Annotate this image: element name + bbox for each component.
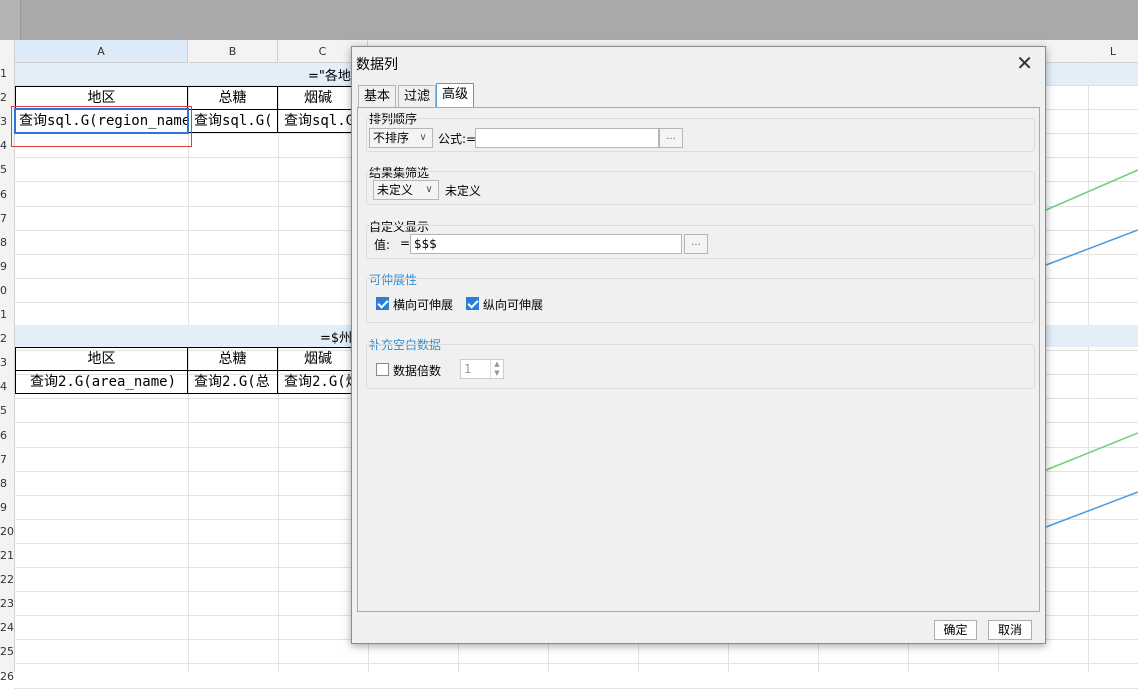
filter-select[interactable]: 未定义 ∨	[373, 180, 439, 200]
advanced-panel: 排列顺序 不排序 ∨ 公式:= ... 结果集筛选 未定义 ∨ 未定义 自定义显…	[357, 107, 1040, 612]
chart-line-green-2	[1045, 432, 1138, 471]
vertical-expand-checkbox[interactable]	[466, 297, 479, 310]
row-number[interactable]: 6	[0, 429, 14, 442]
vertical-expand-label: 纵向可伸展	[483, 298, 544, 312]
row-number[interactable]: 2	[0, 332, 14, 345]
row-number[interactable]: 1	[0, 67, 14, 80]
row-number[interactable]: 7	[0, 453, 14, 466]
custom-eq: =	[400, 236, 411, 250]
chart-line-blue-2	[1045, 491, 1138, 528]
horizontal-expand-checkbox[interactable]	[376, 297, 389, 310]
row12-title-text: =$州	[320, 331, 353, 346]
row-number[interactable]: 2	[0, 91, 14, 104]
row-header: 1 2 3 4 5 6 7 8 9 0 1 2 3 4 5 6 7 8 9 20 21 22 23 24 25 26	[0, 62, 15, 683]
row-number[interactable]: 22	[0, 573, 14, 586]
row-number[interactable]: 0	[0, 284, 14, 297]
row-number[interactable]: 21	[0, 549, 14, 562]
row-number[interactable]: 9	[0, 501, 14, 514]
row-number[interactable]: 5	[0, 404, 14, 417]
row-number[interactable]: 6	[0, 188, 14, 201]
background-chart	[1045, 169, 1138, 528]
data-multiple-checkbox[interactable]	[376, 363, 389, 376]
cancel-button[interactable]: 取消	[988, 620, 1032, 640]
chevron-down-icon: ∨	[425, 184, 433, 195]
row-number[interactable]: 26	[0, 670, 14, 683]
row-number[interactable]: 7	[0, 212, 14, 225]
custom-edit-button[interactable]: ...	[684, 234, 708, 254]
filter-select-value: 未定义	[377, 183, 414, 197]
toolbar-strip	[0, 0, 21, 40]
col-header-a[interactable]: A	[15, 40, 188, 62]
chevron-down-icon: ∨	[419, 132, 427, 143]
row-number[interactable]: 9	[0, 260, 14, 273]
row-number[interactable]: 3	[0, 356, 14, 369]
ok-button[interactable]: 确定	[934, 620, 977, 640]
row-number[interactable]: 24	[0, 621, 14, 634]
t2-cell-a14[interactable]: 查询2.G(area_name)	[15, 370, 188, 394]
spinner-down-icon[interactable]: ▼	[490, 369, 503, 378]
col-header-l[interactable]: L	[1088, 40, 1138, 62]
t1-header-sugar[interactable]: 总糖	[187, 86, 278, 110]
tab-basic[interactable]: 基本	[358, 85, 397, 107]
row-number[interactable]: 20	[0, 525, 14, 538]
t1-cell-b3[interactable]: 查询sql.G(	[187, 109, 278, 133]
tab-advanced[interactable]: 高级	[436, 83, 475, 108]
formula-label: 公式:=	[438, 132, 477, 146]
t1-cell-c3[interactable]: 查询sql.G	[277, 109, 352, 133]
corner-cell[interactable]	[0, 40, 15, 62]
row1-title-band: ="各地	[15, 63, 352, 85]
filter-text: 未定义	[445, 184, 482, 198]
formula-edit-button[interactable]: ...	[659, 128, 683, 148]
chart-line-blue-1	[1045, 229, 1138, 266]
row12-title-band: =$州	[15, 325, 352, 347]
formula-input[interactable]	[475, 128, 659, 148]
col-header-b[interactable]: B	[188, 40, 278, 62]
custom-value-label: 值:	[374, 238, 391, 252]
horizontal-expand-label: 横向可伸展	[393, 298, 454, 312]
row-number[interactable]: 8	[0, 477, 14, 490]
t2-cell-c14[interactable]: 查询2.G(烟	[277, 370, 352, 394]
tab-filter[interactable]: 过滤	[398, 85, 437, 107]
dialog-title: 数据列	[356, 57, 398, 73]
row1-title-text: ="各地	[308, 69, 351, 84]
sort-select-value: 不排序	[373, 131, 410, 145]
close-icon[interactable]: ✕	[1016, 51, 1033, 75]
t2-header-nicotine[interactable]: 烟碱	[277, 347, 352, 371]
spinner-up-icon[interactable]: ▲	[490, 360, 503, 369]
custom-value-input[interactable]: $$$	[410, 234, 682, 254]
grid-row-line	[14, 663, 1138, 665]
row-number[interactable]: 1	[0, 308, 14, 321]
data-multiple-label: 数据倍数	[393, 364, 442, 378]
top-toolbar-area	[0, 0, 1138, 40]
row-number[interactable]: 23	[0, 597, 14, 610]
t2-cell-b14[interactable]: 查询2.G(总	[187, 370, 278, 394]
grid-row-line	[14, 687, 1138, 689]
row-number[interactable]: 8	[0, 236, 14, 249]
row-number[interactable]: 25	[0, 645, 14, 658]
t1-header-nicotine[interactable]: 烟碱	[277, 86, 352, 110]
row-number[interactable]: 5	[0, 163, 14, 176]
red-highlight-box	[11, 106, 192, 147]
t2-header-area[interactable]: 地区	[15, 347, 188, 371]
chart-line-green-1	[1045, 169, 1138, 211]
sort-select[interactable]: 不排序 ∨	[369, 128, 433, 148]
t2-header-sugar[interactable]: 总糖	[187, 347, 278, 371]
data-multiple-value: 1	[464, 362, 472, 376]
data-multiple-spinner[interactable]: 1 ▲ ▼	[460, 359, 504, 379]
data-column-dialog[interactable]: 数据列 ✕ 基本 过滤 高级 排列顺序 不排序 ∨ 公式:= ... 结果集筛选…	[351, 46, 1046, 644]
row-number[interactable]: 4	[0, 380, 14, 393]
